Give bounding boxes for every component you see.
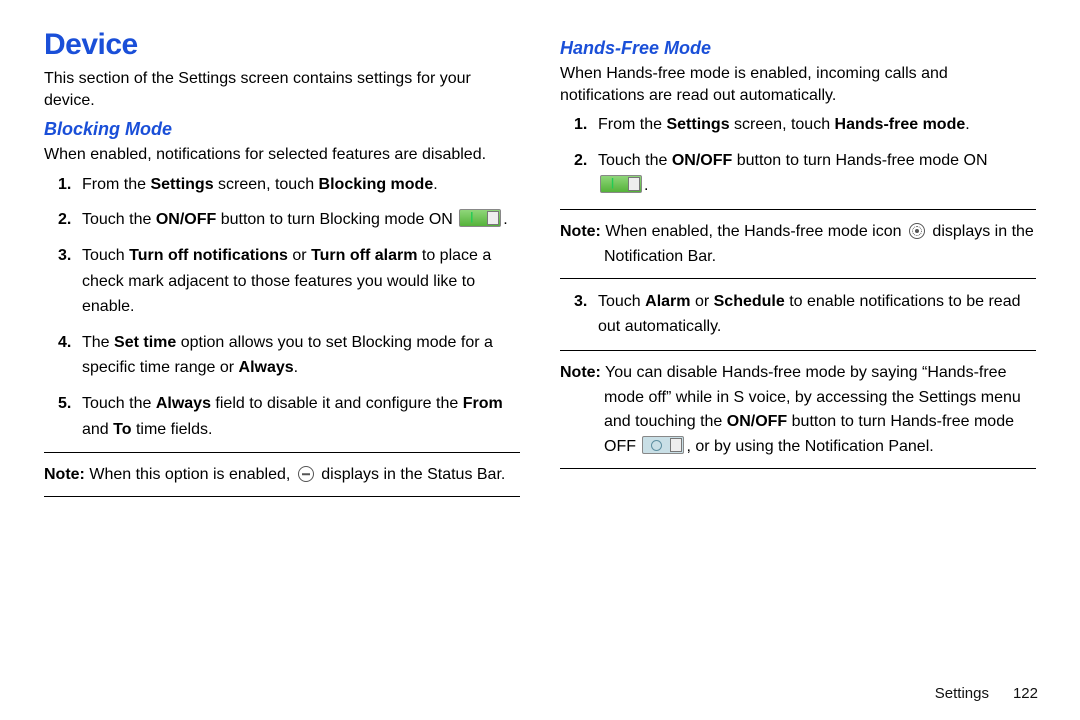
divider bbox=[560, 278, 1036, 279]
blocking-mode-icon bbox=[298, 466, 314, 482]
footer-section: Settings bbox=[935, 685, 989, 702]
step-3: Touch Alarm or Schedule to enable notifi… bbox=[578, 289, 1036, 340]
left-column: Device This section of the Settings scre… bbox=[44, 28, 544, 704]
right-column: Hands-Free Mode When Hands-free mode is … bbox=[544, 28, 1044, 704]
t: Schedule bbox=[714, 293, 785, 310]
t: When this option is enabled, bbox=[85, 466, 295, 483]
t: button to turn Blocking mode ON bbox=[216, 211, 457, 228]
handsfree-steps-a: From the Settings screen, touch Hands-fr… bbox=[578, 112, 1036, 199]
page-footer: Settings 122 bbox=[935, 685, 1038, 702]
t: Always bbox=[239, 359, 294, 376]
t: Turn off notifications bbox=[129, 247, 288, 264]
handsfree-note-1: Note: When enabled, the Hands-free mode … bbox=[560, 220, 1036, 270]
t: . bbox=[294, 359, 298, 376]
step-3: Touch Turn off notifications or Turn off… bbox=[62, 243, 520, 320]
t: ON/OFF bbox=[156, 211, 216, 228]
hands-free-icon bbox=[909, 223, 925, 239]
t: The bbox=[82, 334, 114, 351]
t: Set time bbox=[114, 334, 176, 351]
step-4: The Set time option allows you to set Bl… bbox=[62, 330, 520, 381]
t: or bbox=[288, 247, 311, 264]
t: . bbox=[503, 211, 507, 228]
toggle-off-icon bbox=[642, 436, 684, 454]
handsfree-steps-b: Touch Alarm or Schedule to enable notifi… bbox=[578, 289, 1036, 340]
divider bbox=[44, 496, 520, 497]
t: Touch the bbox=[82, 211, 156, 228]
t: . bbox=[644, 177, 648, 194]
note-label: Note: bbox=[560, 364, 601, 381]
blocking-desc: When enabled, notifications for selected… bbox=[44, 144, 520, 166]
t: Touch bbox=[82, 247, 129, 264]
t: Settings bbox=[666, 116, 729, 133]
t: From the bbox=[598, 116, 666, 133]
heading-hands-free: Hands-Free Mode bbox=[560, 38, 1036, 59]
t: Hands-free mode bbox=[835, 116, 966, 133]
t: displays in the Status Bar. bbox=[317, 466, 506, 483]
step-2: Touch the ON/OFF button to turn Hands-fr… bbox=[578, 148, 1036, 199]
t: Always bbox=[156, 395, 211, 412]
intro-text: This section of the Settings screen cont… bbox=[44, 68, 520, 111]
note-label: Note: bbox=[44, 466, 85, 483]
t: Settings bbox=[150, 176, 213, 193]
t: screen, touch bbox=[214, 176, 319, 193]
handsfree-desc: When Hands-free mode is enabled, incomin… bbox=[560, 63, 1036, 106]
blocking-steps: From the Settings screen, touch Blocking… bbox=[62, 172, 520, 442]
t: When enabled, the Hands-free mode icon bbox=[601, 223, 906, 240]
t: , or by using the Notification Panel. bbox=[686, 438, 933, 455]
t: ON/OFF bbox=[727, 413, 787, 430]
t: Alarm bbox=[645, 293, 690, 310]
divider bbox=[560, 468, 1036, 469]
note-label: Note: bbox=[560, 223, 601, 240]
step-2: Touch the ON/OFF button to turn Blocking… bbox=[62, 207, 520, 233]
toggle-on-icon bbox=[459, 209, 501, 227]
manual-page: Device This section of the Settings scre… bbox=[0, 0, 1080, 720]
t: time fields. bbox=[132, 421, 213, 438]
t: Touch the bbox=[598, 152, 672, 169]
t: ON/OFF bbox=[672, 152, 732, 169]
step-1: From the Settings screen, touch Blocking… bbox=[62, 172, 520, 198]
t: and bbox=[82, 421, 113, 438]
t: Blocking mode bbox=[319, 176, 434, 193]
t: . bbox=[433, 176, 437, 193]
t: To bbox=[113, 421, 131, 438]
footer-page-number: 122 bbox=[1013, 685, 1038, 702]
t: From bbox=[463, 395, 503, 412]
step-5: Touch the Always field to disable it and… bbox=[62, 391, 520, 442]
divider bbox=[560, 209, 1036, 210]
heading-device: Device bbox=[44, 28, 520, 62]
blocking-note: Note: When this option is enabled, displ… bbox=[44, 463, 520, 488]
step-1: From the Settings screen, touch Hands-fr… bbox=[578, 112, 1036, 138]
t: Touch the bbox=[82, 395, 156, 412]
heading-blocking-mode: Blocking Mode bbox=[44, 119, 520, 140]
t: From the bbox=[82, 176, 150, 193]
t: Touch bbox=[598, 293, 645, 310]
t: screen, touch bbox=[730, 116, 835, 133]
t: Turn off alarm bbox=[311, 247, 417, 264]
t: . bbox=[965, 116, 969, 133]
toggle-on-icon bbox=[600, 175, 642, 193]
t: field to disable it and configure the bbox=[211, 395, 463, 412]
t: button to turn Hands-free mode ON bbox=[732, 152, 987, 169]
divider bbox=[560, 350, 1036, 351]
handsfree-note-2: Note: You can disable Hands-free mode by… bbox=[560, 361, 1036, 460]
divider bbox=[44, 452, 520, 453]
t: or bbox=[691, 293, 714, 310]
